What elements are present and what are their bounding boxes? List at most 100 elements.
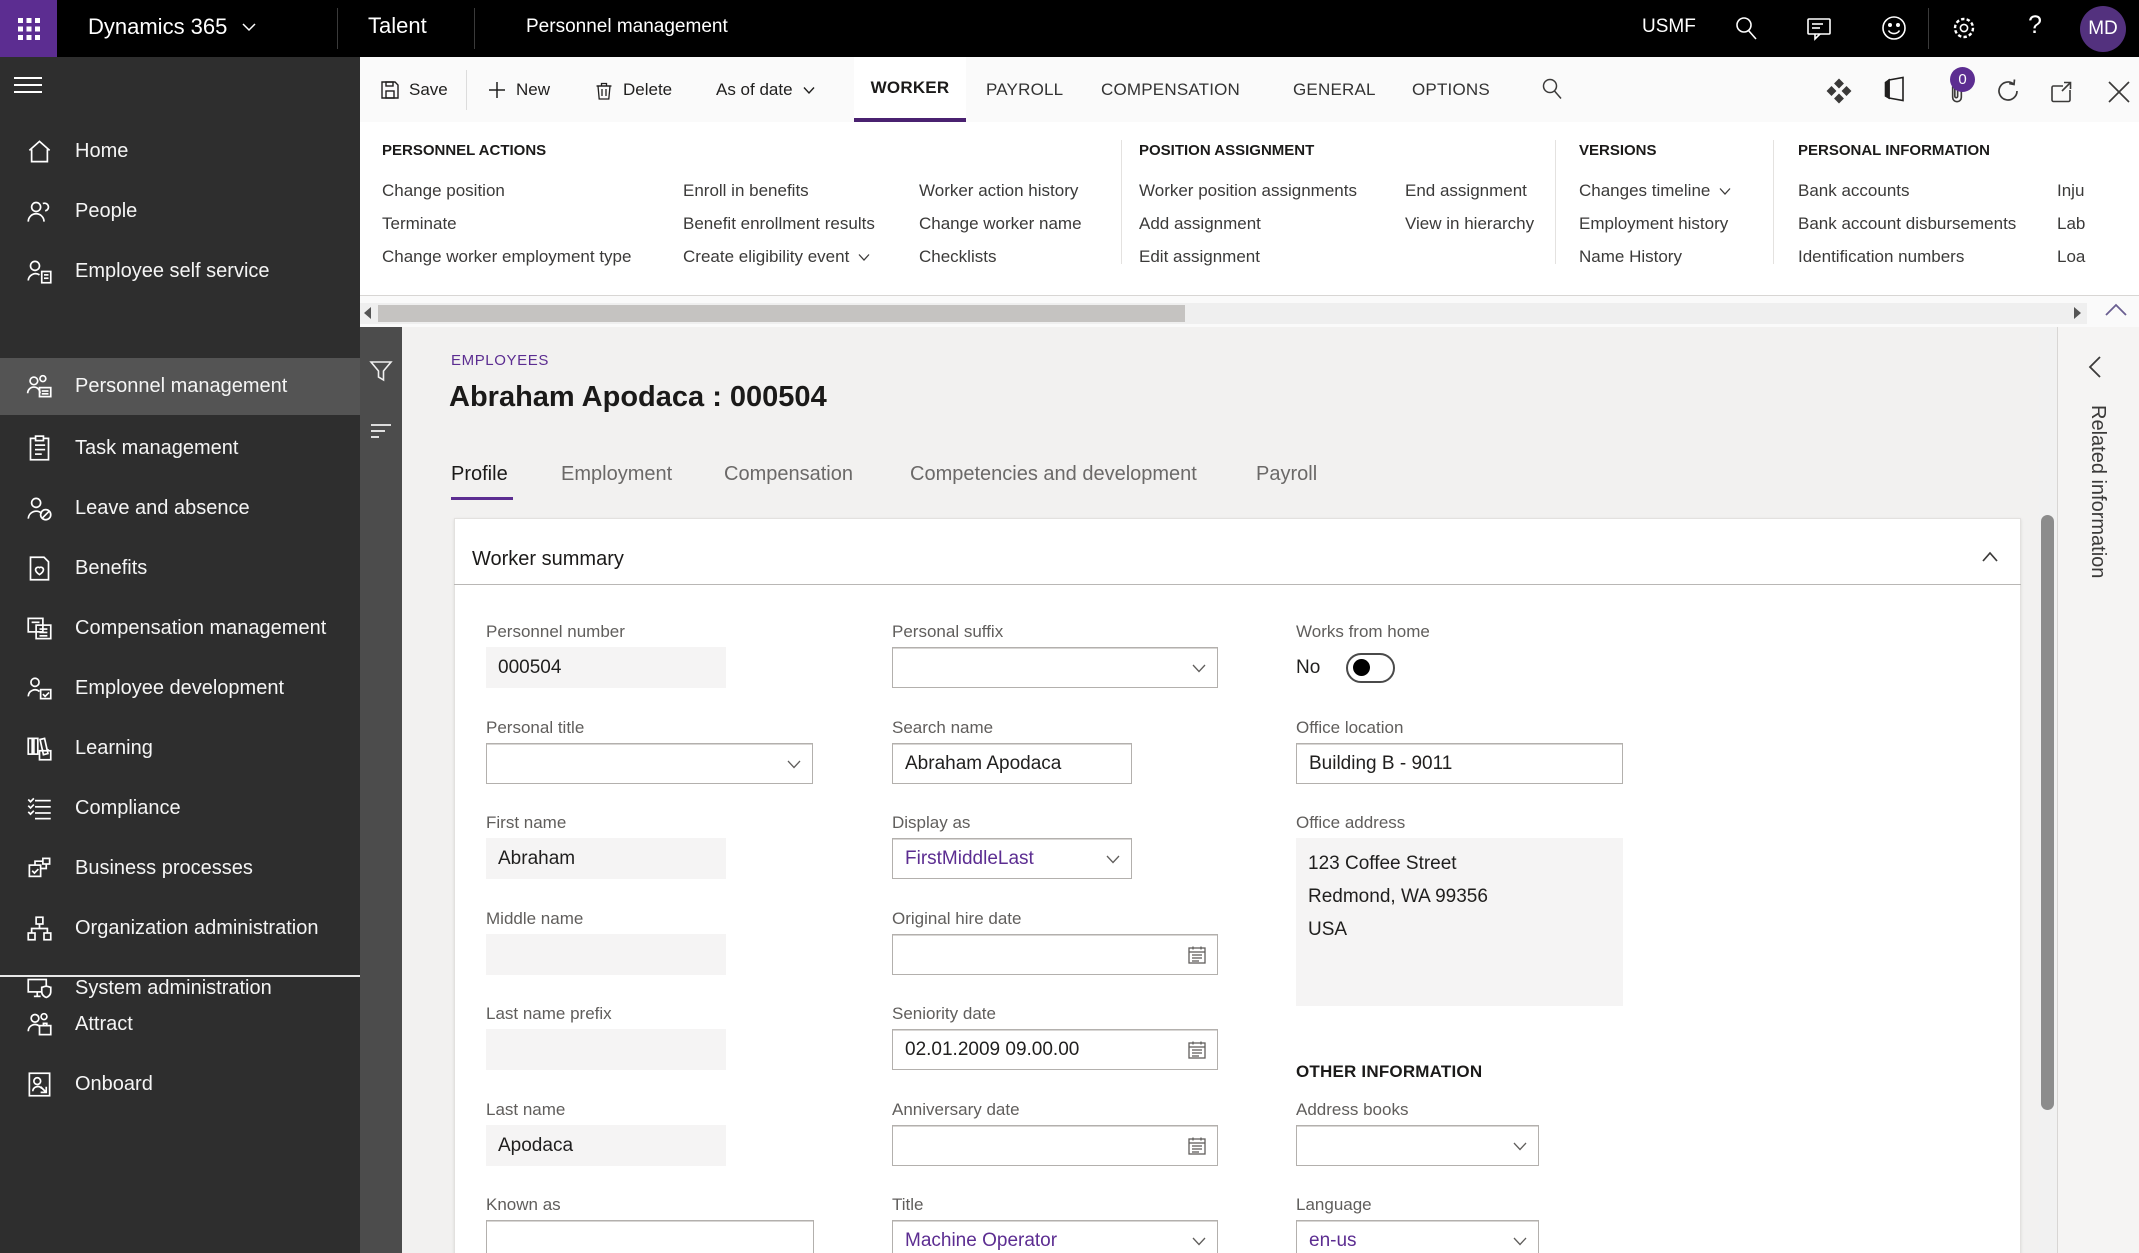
tab-profile[interactable]: Profile [451,463,508,486]
feedback-icon[interactable] [1806,15,1832,41]
scroll-left-arrow-icon[interactable] [362,306,372,320]
works-from-home-toggle[interactable] [1346,652,1396,683]
identification-numbers-link[interactable]: Identification numbers [1798,244,1964,270]
edit-assignment-link[interactable]: Edit assignment [1139,244,1260,270]
worker-position-assignments-link[interactable]: Worker position assignments [1139,178,1357,204]
personal-title-select[interactable] [486,743,813,784]
sidebar-item-organization-administration[interactable]: Organization administration [0,898,360,958]
injury-link-clipped[interactable]: Inju [2057,178,2137,204]
tab-compensation[interactable]: COMPENSATION [1097,57,1244,122]
gear-icon[interactable] [1951,15,1977,41]
anniversary-date-input[interactable] [892,1125,1218,1166]
tab-general[interactable]: GENERAL [1289,57,1380,122]
sidebar-item-employee-self-service[interactable]: Employee self service [0,241,360,301]
save-button[interactable]: Save [380,57,448,122]
tab-payroll[interactable]: PAYROLL [982,57,1067,122]
create-eligibility-event-link[interactable]: Create eligibility event [683,244,871,270]
tab-compensation-page[interactable]: Compensation [724,463,853,486]
middle-name-value [486,934,726,975]
collapse-section-chevron-up-icon[interactable] [1981,551,1999,563]
calendar-icon[interactable] [1187,1040,1207,1060]
view-in-hierarchy-link[interactable]: View in hierarchy [1405,211,1534,237]
tab-competencies-and-development[interactable]: Competencies and development [910,463,1197,486]
display-as-select[interactable]: FirstMiddleLast [892,838,1132,879]
sidebar-item-leave-and-absence[interactable]: Leave and absence [0,478,360,538]
personalize-shapes-icon[interactable] [1826,78,1852,104]
scroll-right-arrow-icon[interactable] [2073,306,2083,320]
terminate-link[interactable]: Terminate [382,211,457,237]
title-field: Title Machine Operator [892,1195,1218,1253]
employment-history-link[interactable]: Employment history [1579,211,1728,237]
enroll-in-benefits-link[interactable]: Enroll in benefits [683,178,809,204]
known-as-input[interactable] [486,1220,814,1253]
help-icon[interactable]: ? [2028,11,2042,40]
close-icon[interactable] [2106,79,2132,105]
original-hire-date-input[interactable] [892,934,1218,975]
chevron-down-icon [802,83,816,97]
sidebar-item-onboard[interactable]: Onboard [0,1054,360,1114]
loan-link-clipped[interactable]: Loa [2057,244,2137,270]
sidebar-item-business-processes[interactable]: Business processes [0,838,360,898]
personal-suffix-select[interactable] [892,647,1218,688]
search-name-input[interactable] [892,743,1132,784]
language-select[interactable]: en-us [1296,1220,1539,1253]
other-information-heading: OTHER INFORMATION [1296,1062,1483,1081]
as-of-date-button[interactable]: As of date [716,57,816,122]
avatar[interactable]: MD [2080,6,2126,52]
vertical-scrollbar-thumb[interactable] [2041,515,2054,1110]
divider [474,8,475,49]
add-assignment-link[interactable]: Add assignment [1139,211,1261,237]
bank-account-disbursements-link[interactable]: Bank account disbursements [1798,211,2016,237]
open-in-new-window-icon[interactable] [2048,79,2074,105]
hamburger-icon[interactable] [14,75,42,95]
title-select[interactable]: Machine Operator [892,1220,1218,1253]
name-history-link[interactable]: Name History [1579,244,1682,270]
delete-button[interactable]: Delete [594,57,672,122]
sidebar-item-people[interactable]: People [0,181,360,241]
calendar-icon[interactable] [1187,945,1207,965]
worker-action-history-link[interactable]: Worker action history [919,178,1078,204]
tab-employment[interactable]: Employment [561,463,672,486]
first-name-field: First name Abraham [486,813,726,879]
sidebar-item-attract[interactable]: Attract [0,994,360,1054]
expand-related-panel-chevron-left-icon[interactable] [2088,355,2102,379]
person-absence-icon [26,495,53,522]
app-switcher[interactable]: Dynamics 365 [88,14,257,40]
change-worker-name-link[interactable]: Change worker name [919,211,1082,237]
smiley-icon[interactable] [1881,15,1907,41]
office-icon[interactable] [1883,76,1909,102]
sidebar-item-task-management[interactable]: Task management [0,418,360,478]
horizontal-scrollbar-thumb[interactable] [378,305,1185,322]
advanced-filter-icon[interactable] [369,419,393,443]
address-books-select[interactable] [1296,1125,1539,1166]
actionpane-search-icon[interactable] [1540,77,1564,101]
tab-options[interactable]: OPTIONS [1408,57,1494,122]
bank-accounts-link[interactable]: Bank accounts [1798,178,1910,204]
changes-timeline-link[interactable]: Changes timeline [1579,178,1732,204]
sidebar-item-employee-development[interactable]: Employee development [0,658,360,718]
checklists-link[interactable]: Checklists [919,244,996,270]
office-location-input[interactable] [1296,743,1623,784]
sidebar-item-learning[interactable]: Learning [0,718,360,778]
company-picker[interactable]: USMF [1642,16,1696,38]
tab-worker[interactable]: WORKER [854,57,966,122]
search-icon[interactable] [1733,15,1759,41]
app-launcher-button[interactable] [0,0,57,57]
refresh-icon[interactable] [1995,78,2021,104]
change-worker-employment-type-link[interactable]: Change worker employment type [382,244,631,270]
change-position-link[interactable]: Change position [382,178,505,204]
sidebar-item-home[interactable]: Home [0,121,360,181]
end-assignment-link[interactable]: End assignment [1405,178,1527,204]
benefit-enrollment-results-link[interactable]: Benefit enrollment results [683,211,875,237]
sidebar-item-benefits[interactable]: Benefits [0,538,360,598]
sidebar-item-compliance[interactable]: Compliance [0,778,360,838]
calendar-icon[interactable] [1187,1136,1207,1156]
sidebar-item-compensation-management[interactable]: Compensation management [0,598,360,658]
collapse-action-pane-button[interactable] [2103,302,2129,318]
labor-link-clipped[interactable]: Lab [2057,211,2137,237]
seniority-date-input[interactable]: 02.01.2009 09.00.00 [892,1029,1218,1070]
sidebar-item-personnel-management[interactable]: Personnel management [0,358,360,415]
filter-funnel-icon[interactable] [369,359,393,383]
tab-payroll-page[interactable]: Payroll [1256,463,1317,486]
new-button[interactable]: New [487,57,550,122]
